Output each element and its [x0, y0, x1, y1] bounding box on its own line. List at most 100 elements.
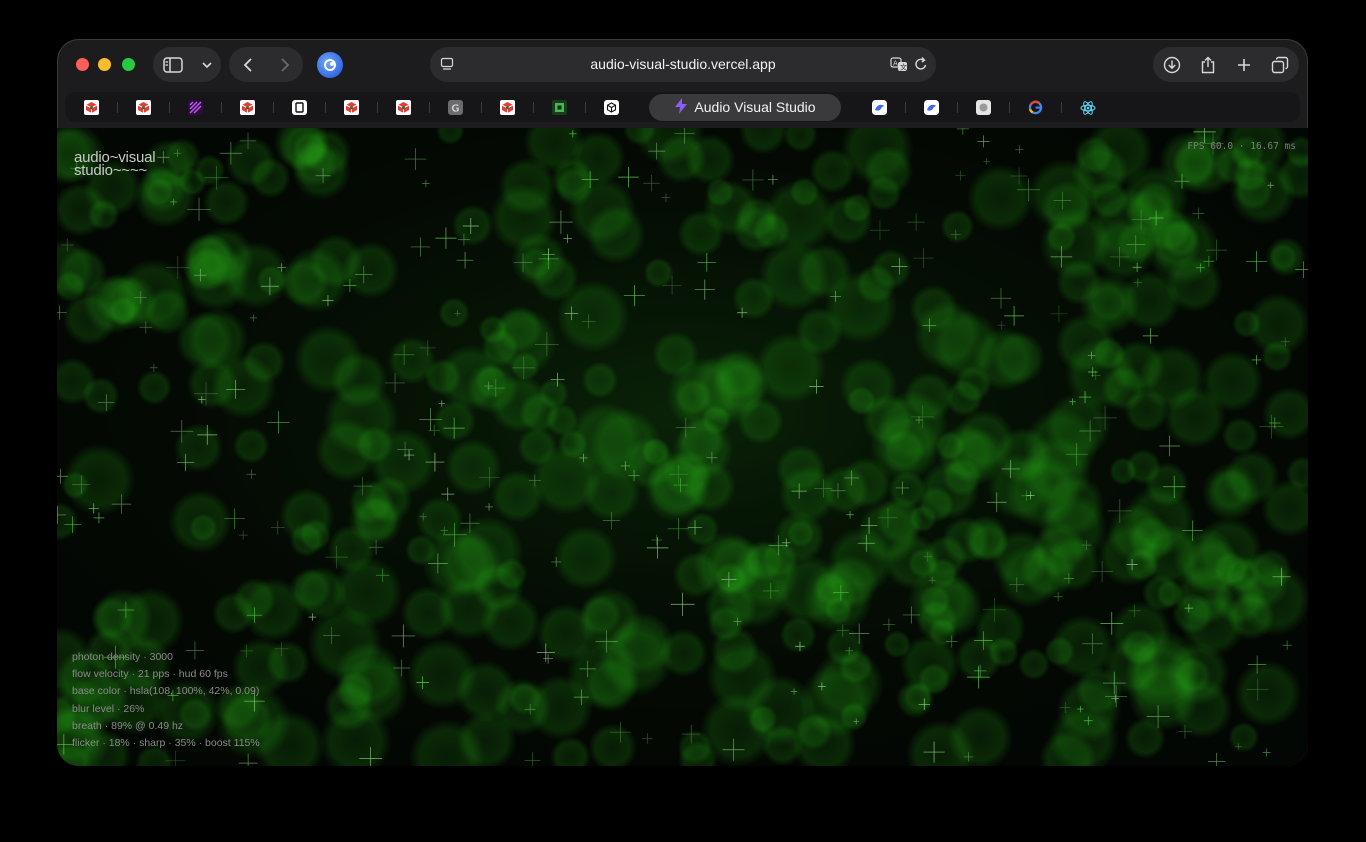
bokeh-particle [491, 469, 544, 523]
app-logo: audio~visual studio~~~~ [74, 150, 156, 179]
close-window-button[interactable] [76, 58, 89, 71]
bokeh-particle [917, 486, 955, 523]
bokeh-particle [168, 489, 233, 554]
bokeh-particle [732, 276, 776, 320]
bokeh-particle [936, 423, 996, 483]
bokeh-particle [364, 475, 413, 524]
bokeh-particle [643, 257, 674, 288]
chevron-down-icon[interactable] [201, 61, 212, 69]
bokeh-particle [754, 332, 827, 404]
bokeh-particle [478, 314, 508, 345]
bokeh-particle [954, 365, 992, 403]
download-icon[interactable] [1163, 56, 1181, 74]
bokeh-particle [173, 423, 224, 473]
bokeh-particle [1039, 208, 1111, 280]
bokeh-particle [820, 465, 870, 515]
bokeh-particle [580, 594, 622, 636]
bokeh-particle [1221, 417, 1259, 455]
extension-button[interactable] [311, 47, 348, 82]
bokeh-particle [863, 145, 914, 196]
forward-arrow-icon[interactable] [280, 57, 290, 73]
favorite-7[interactable] [377, 92, 429, 122]
address-bar[interactable]: audio-visual-studio.vercel.app A文 [430, 47, 936, 82]
tab-overview-icon[interactable] [1271, 56, 1289, 74]
bokeh-particle [1265, 236, 1307, 278]
favorite-4[interactable] [221, 92, 273, 122]
favorite-3[interactable] [169, 92, 221, 122]
active-tab[interactable]: Audio Visual Studio [649, 93, 841, 121]
favorite-11[interactable] [585, 92, 637, 122]
svg-text:A: A [893, 60, 898, 68]
bokeh-particle [899, 634, 960, 695]
bokeh-particle [143, 287, 191, 336]
red-cube-icon [83, 99, 99, 115]
new-tab-icon[interactable] [1236, 57, 1252, 73]
red-cube-icon [343, 99, 359, 115]
red-cube-icon [239, 99, 255, 115]
bokeh-particle [232, 427, 270, 464]
favorite-9[interactable] [481, 92, 533, 122]
hud-blur-level: blur level · 26% [72, 702, 145, 715]
bokeh-particle [551, 157, 594, 200]
favorite-14[interactable] [957, 92, 1009, 122]
bokeh-particle [1155, 579, 1184, 608]
bokeh-particle [1004, 453, 1080, 529]
bokeh-particle [809, 148, 855, 194]
navigation-group [229, 47, 303, 82]
bokeh-particle [1201, 463, 1260, 522]
share-icon[interactable] [1200, 56, 1216, 74]
favorite-12[interactable] [853, 92, 905, 122]
bokeh-particle [652, 331, 699, 378]
favorite-10[interactable] [533, 92, 585, 122]
translate-icon[interactable]: A文 [890, 56, 908, 77]
green-cube-icon [551, 99, 567, 115]
bokeh-particle [838, 649, 874, 685]
hud-breath: breath · 89% @ 0.49 hz [72, 719, 184, 732]
red-cube-icon [499, 99, 515, 115]
bokeh-particle [1229, 159, 1297, 226]
bokeh-particle [493, 677, 552, 736]
bokeh-particle [581, 361, 619, 399]
favorite-2[interactable] [117, 92, 169, 122]
hud-panel: photon density · 3000 flow velocity · 21… [72, 649, 260, 752]
bokeh-particle [966, 164, 1035, 232]
sidebar-icon[interactable] [162, 56, 183, 73]
bokeh-particle [518, 392, 560, 434]
bokeh-particle [186, 357, 239, 410]
bokeh-particle [987, 636, 1019, 668]
zoom-window-button[interactable] [122, 58, 135, 71]
minimize-window-button[interactable] [98, 58, 111, 71]
hud-base-color: base color · hsla(108, 100%, 42%, 0.09) [72, 685, 260, 698]
purple-stripes-icon [187, 99, 203, 115]
bokeh-particle [293, 324, 364, 395]
bokeh-particle [163, 138, 201, 175]
bokeh-particle [1044, 636, 1075, 667]
bokeh-particle [1019, 542, 1076, 599]
url-text: audio-visual-studio.vercel.app [590, 56, 776, 72]
favorite-15[interactable] [1009, 92, 1061, 122]
back-arrow-icon[interactable] [243, 57, 253, 73]
bokeh-particle [779, 616, 817, 654]
bokeh-particle [1125, 449, 1162, 485]
logo-line-2: studio~~~~ [74, 162, 148, 179]
visualizer-canvas[interactable]: audio~visual studio~~~~ FPS 60.0 · 16.67… [57, 128, 1308, 766]
bokeh-particle [786, 519, 816, 548]
favorite-1[interactable] [65, 92, 117, 122]
bokeh-particle [136, 369, 172, 406]
bokeh-particle [875, 496, 924, 545]
favorite-8[interactable]: G [429, 92, 481, 122]
bokeh-particle [1228, 721, 1260, 753]
bokeh-particle [1139, 344, 1206, 411]
bokeh-particle [433, 399, 476, 443]
bokeh-particle [355, 425, 394, 464]
svg-text:文: 文 [900, 63, 907, 72]
favorite-16[interactable] [1061, 92, 1113, 122]
bokeh-particle [451, 204, 494, 247]
bokeh-particle [406, 638, 478, 710]
favorite-13[interactable] [905, 92, 957, 122]
dove-icon [871, 99, 887, 115]
bokeh-particle [510, 351, 540, 382]
reload-icon[interactable] [914, 56, 928, 77]
favorite-6[interactable] [325, 92, 377, 122]
favorite-5[interactable] [273, 92, 325, 122]
